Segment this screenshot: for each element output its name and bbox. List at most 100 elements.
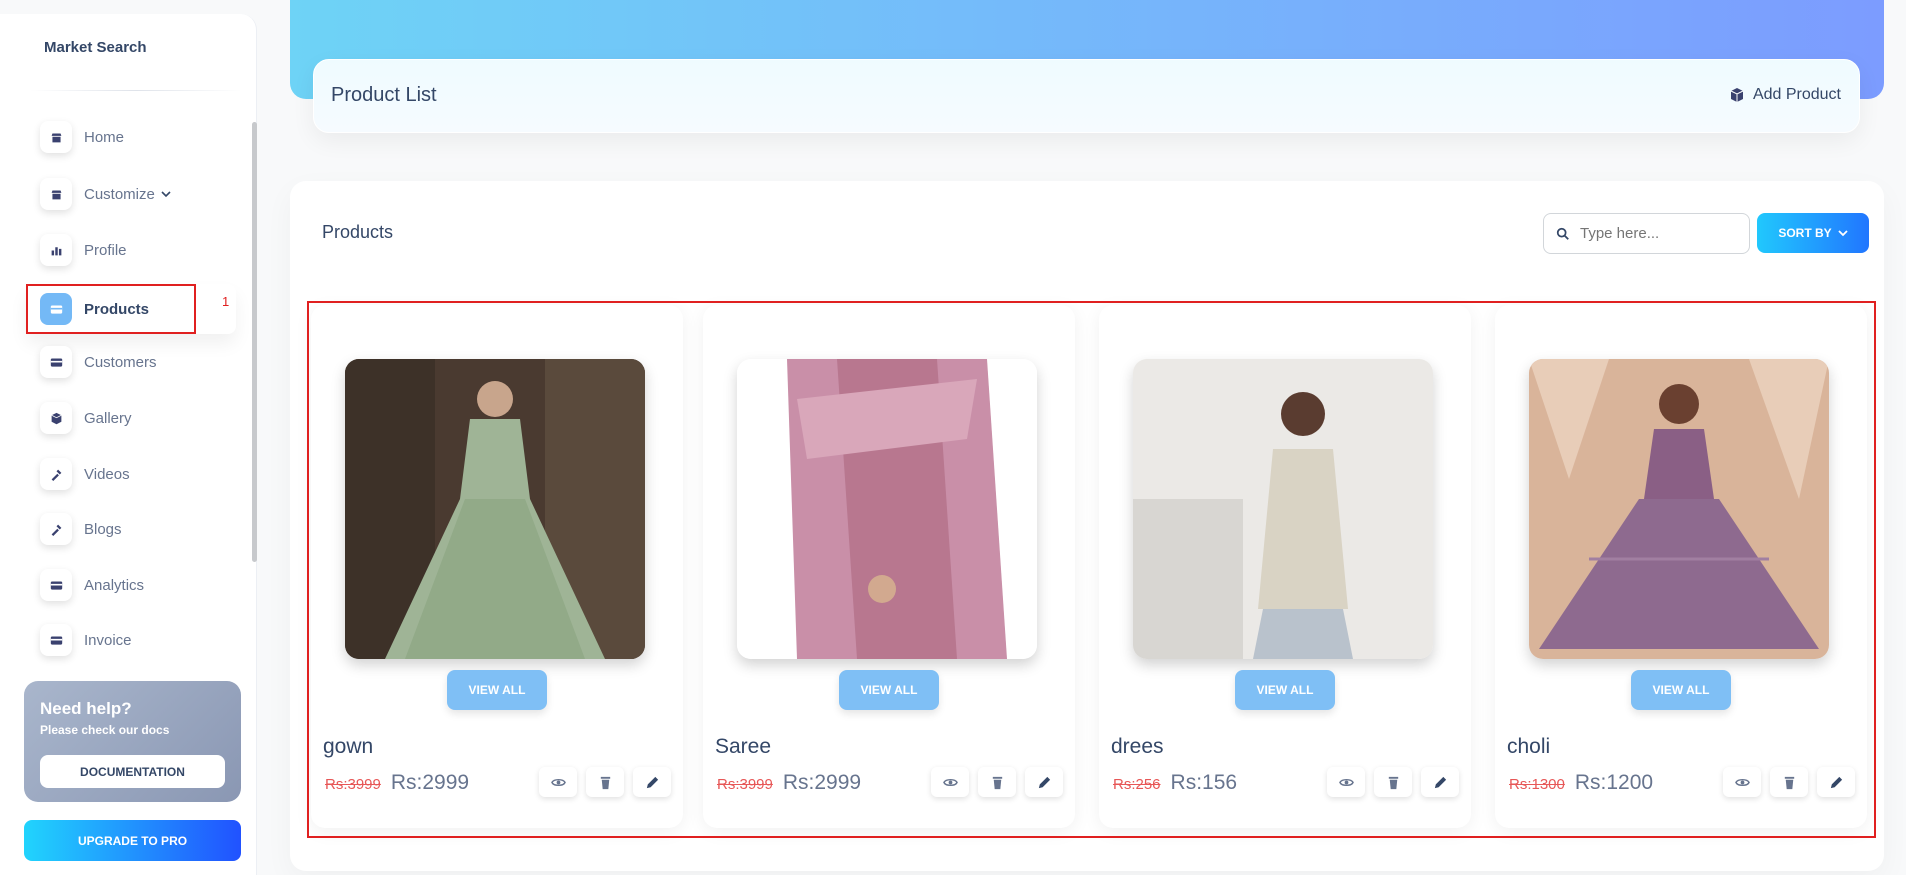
- new-price: Rs:2999: [390, 771, 470, 794]
- product-card: VIEW ALL drees Rs:256 Rs:156: [1099, 305, 1471, 828]
- search-input[interactable]: [1580, 225, 1730, 242]
- old-price: Rs:256: [1113, 776, 1161, 793]
- delete-button[interactable]: [1770, 767, 1808, 797]
- upgrade-button[interactable]: UPGRADE TO PRO: [24, 820, 241, 861]
- sidebar-item-home[interactable]: Home: [26, 112, 236, 162]
- trash-icon: [600, 776, 610, 789]
- brand-name[interactable]: Market Search: [44, 39, 147, 56]
- eye-icon: [1734, 778, 1750, 786]
- pencil-icon: [1830, 776, 1842, 788]
- sidebar-item-profile[interactable]: Profile: [26, 225, 236, 275]
- tools-icon: [40, 458, 72, 490]
- edit-button[interactable]: [1025, 767, 1063, 797]
- edit-button[interactable]: [633, 767, 671, 797]
- chevron-down-icon: [161, 191, 171, 198]
- pencil-icon: [1434, 776, 1446, 788]
- credit-card-icon: [40, 569, 72, 601]
- sidebar-scrollbar[interactable]: [252, 122, 257, 562]
- product-prices: Rs:1300 Rs:1200: [1509, 771, 1653, 795]
- delete-button[interactable]: [1374, 767, 1412, 797]
- view-button[interactable]: [1723, 767, 1761, 797]
- add-product-label: Add Product: [1752, 86, 1841, 103]
- eye-icon: [942, 778, 958, 786]
- add-product-button[interactable]: Add Product: [1729, 86, 1841, 104]
- old-price: Rs:3999: [717, 776, 773, 793]
- view-button[interactable]: [1327, 767, 1365, 797]
- new-price: Rs:156: [1170, 771, 1238, 794]
- sidebar-item-gallery[interactable]: Gallery: [26, 393, 236, 443]
- credit-card-icon: [40, 624, 72, 656]
- trash-icon: [1784, 776, 1794, 789]
- product-actions: [1327, 767, 1459, 797]
- trash-icon: [1388, 776, 1398, 789]
- product-name: choli: [1507, 735, 1551, 758]
- store-icon: [40, 121, 72, 153]
- view-button[interactable]: [539, 767, 577, 797]
- old-price: Rs:3999: [325, 776, 381, 793]
- pencil-icon: [1038, 776, 1050, 788]
- sidebar-item-invoice[interactable]: Invoice: [26, 615, 236, 665]
- product-name: Saree: [715, 735, 772, 758]
- old-price: Rs:1300: [1509, 776, 1565, 793]
- box-icon: [1730, 88, 1744, 102]
- sort-by-label: SORT BY: [1778, 226, 1832, 240]
- credit-card-icon: [40, 346, 72, 378]
- search-box[interactable]: [1543, 213, 1750, 254]
- product-card: VIEW ALL Saree Rs:3999 Rs:2999: [703, 305, 1075, 828]
- eye-icon: [1338, 778, 1354, 786]
- sort-by-button[interactable]: SORT BY: [1757, 213, 1869, 253]
- credit-card-icon: [40, 293, 72, 325]
- annotation-number: 1: [222, 294, 230, 309]
- sidebar-item-analytics[interactable]: Analytics: [26, 560, 236, 610]
- product-name: gown: [323, 735, 374, 758]
- sidebar-item-label: Profile: [84, 241, 127, 259]
- sidebar-item-label: Customize: [84, 185, 155, 203]
- product-prices: Rs:256 Rs:156: [1113, 771, 1237, 795]
- sidebar-item-label: Invoice: [84, 631, 132, 649]
- view-all-button[interactable]: VIEW ALL: [1631, 670, 1731, 710]
- pencil-icon: [646, 776, 658, 788]
- product-image[interactable]: [737, 359, 1037, 659]
- product-name: drees: [1111, 735, 1164, 758]
- help-subtitle: Please check our docs: [40, 723, 170, 737]
- product-image[interactable]: [1133, 359, 1433, 659]
- sidebar-item-label: Videos: [84, 465, 130, 483]
- sidebar-item-label: Analytics: [84, 576, 145, 594]
- edit-button[interactable]: [1817, 767, 1855, 797]
- sidebar-item-blogs[interactable]: Blogs: [26, 504, 236, 554]
- view-all-button[interactable]: VIEW ALL: [839, 670, 939, 710]
- sidebar-item-label: Products: [84, 300, 150, 318]
- sidebar-item-products[interactable]: Products: [26, 284, 236, 334]
- sidebar-item-label: Customers: [84, 353, 157, 371]
- sidebar-item-label: Blogs: [84, 520, 122, 538]
- view-all-button[interactable]: VIEW ALL: [1235, 670, 1335, 710]
- view-all-button[interactable]: VIEW ALL: [447, 670, 547, 710]
- sidebar-item-customize[interactable]: Customize: [26, 169, 236, 219]
- help-card: Need help? Please check our docs DOCUMEN…: [24, 681, 241, 802]
- chevron-down-icon: [1838, 230, 1848, 237]
- product-prices: Rs:3999 Rs:2999: [717, 771, 861, 795]
- sidebar-item-customers[interactable]: Customers: [26, 337, 236, 387]
- page-header: Product List Add Product: [313, 59, 1860, 133]
- sidebar-item-label: Home: [84, 128, 125, 146]
- products-title: Products: [322, 222, 394, 242]
- page-title: Product List: [331, 84, 437, 106]
- box-icon: [40, 402, 72, 434]
- tools-icon: [40, 513, 72, 545]
- product-card: VIEW ALL choli Rs:1300 Rs:1200: [1495, 305, 1867, 828]
- delete-button[interactable]: [978, 767, 1016, 797]
- eye-icon: [550, 778, 566, 786]
- delete-button[interactable]: [586, 767, 624, 797]
- product-actions: [1723, 767, 1855, 797]
- sidebar: Market Search Home Customize Profile Pro…: [0, 14, 257, 875]
- documentation-button[interactable]: DOCUMENTATION: [40, 755, 225, 788]
- sidebar-item-videos[interactable]: Videos: [26, 449, 236, 499]
- new-price: Rs:2999: [782, 771, 862, 794]
- product-card: VIEW ALL gown Rs:3999 Rs:2999: [311, 305, 683, 828]
- store-icon: [40, 178, 72, 210]
- trash-icon: [992, 776, 1002, 789]
- product-image[interactable]: [1529, 359, 1829, 659]
- view-button[interactable]: [931, 767, 969, 797]
- product-image[interactable]: [345, 359, 645, 659]
- edit-button[interactable]: [1421, 767, 1459, 797]
